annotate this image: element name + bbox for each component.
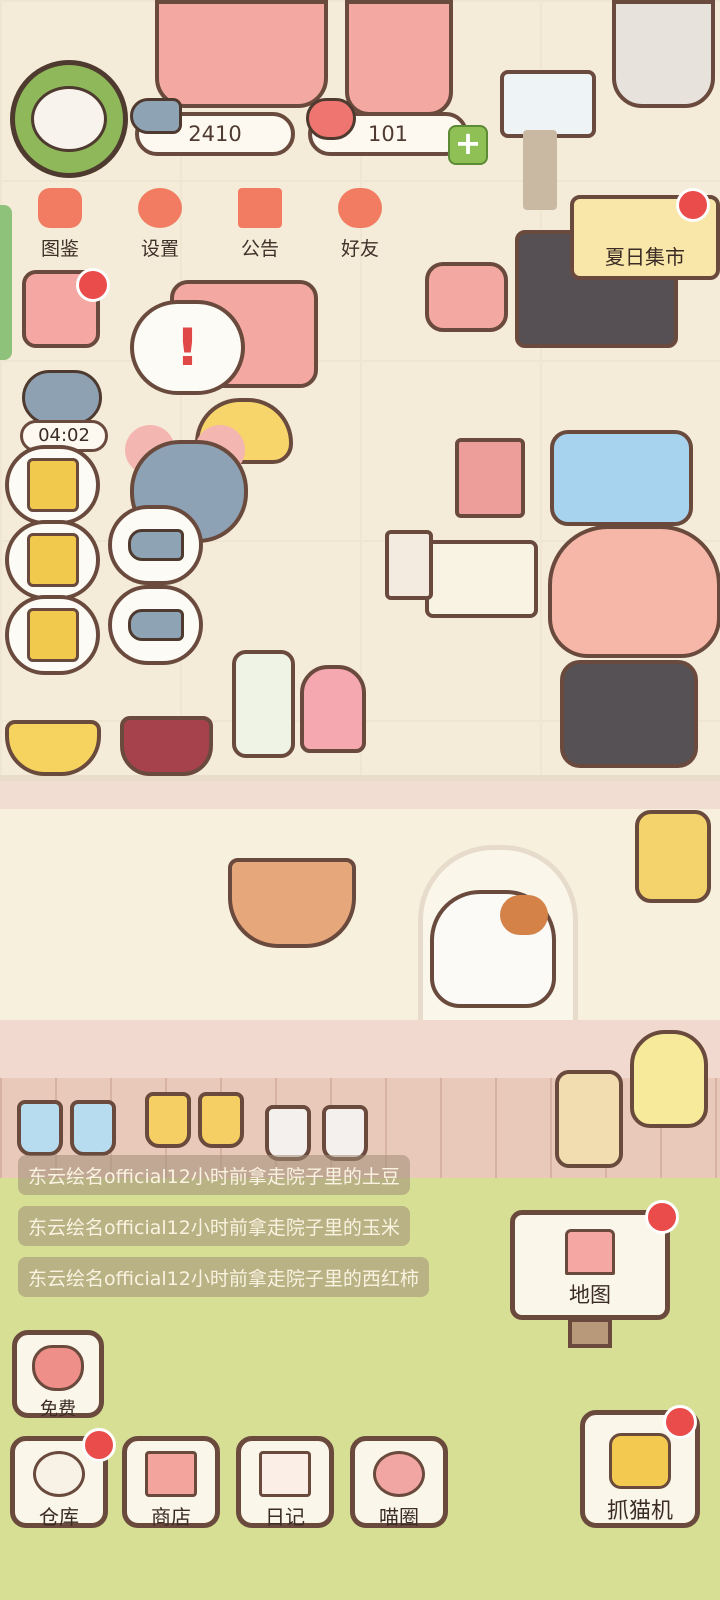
backpack[interactable] (560, 660, 698, 768)
exclamation-icon: ! (175, 317, 200, 378)
cat-head-icon (38, 188, 82, 228)
hanging-flower-basket[interactable] (228, 858, 356, 948)
notification-badge (663, 1405, 697, 1439)
gift-icon (238, 188, 282, 228)
summer-market-label: 夏日集市 (605, 245, 685, 269)
add-currency-button[interactable]: + (448, 125, 488, 165)
diary-icon (259, 1451, 311, 1497)
cloud-cushion[interactable] (550, 430, 693, 526)
activity-log-entry: 东云绘名official12小时前拿走院子里的玉米 (18, 1206, 410, 1246)
nav-label: 仓库 (39, 1505, 79, 1529)
blue-boot[interactable] (70, 1100, 116, 1156)
map-button[interactable]: 地图 (510, 1210, 670, 1320)
open-books[interactable] (425, 540, 538, 618)
fish-icon (127, 529, 184, 561)
yard-wall (0, 809, 720, 1019)
map-sign-post (568, 1318, 612, 1348)
map-label: 地图 (569, 1283, 611, 1307)
activity-log-entry: 东云绘名official12小时前拿走院子里的土豆 (18, 1155, 410, 1195)
cat-ear-patch (500, 895, 548, 935)
menu-settings-button[interactable]: 设置 (120, 188, 200, 268)
wall-lantern[interactable] (635, 810, 711, 903)
free-gift-button[interactable]: 免费 (12, 1330, 104, 1420)
nav-label: 喵圈 (379, 1505, 419, 1529)
music-stand-pole (523, 130, 557, 210)
food-request-bubble[interactable] (5, 595, 100, 675)
claw-label: 抓猫机 (606, 1499, 673, 1524)
nav-label: 商店 (151, 1505, 191, 1529)
blue-boot[interactable] (17, 1100, 63, 1156)
friends-icon (338, 188, 382, 228)
water-cooler[interactable] (612, 0, 715, 108)
music-stand[interactable] (500, 70, 596, 138)
sprout-creature[interactable] (630, 1030, 708, 1128)
menu-catalog-button[interactable]: 图鉴 (20, 188, 100, 268)
yellow-boot[interactable] (198, 1092, 244, 1148)
cat-planet-icon (373, 1451, 425, 1497)
menu-friends-button[interactable]: 好友 (320, 188, 400, 268)
storage-icon (33, 1451, 85, 1497)
cat-food-bag-icon (26, 608, 79, 662)
cat-food-bag-icon (26, 533, 79, 587)
claw-icon (609, 1433, 671, 1489)
alert-bubble[interactable]: ! (130, 300, 245, 395)
activity-log-entry: 东云绘名official12小时前拿走院子里的西红柿 (18, 1257, 429, 1297)
heart-icon (306, 98, 356, 140)
fish-icon (127, 609, 184, 641)
menu-label: 设置 (140, 238, 179, 260)
nav-shop-button[interactable]: 商店 (122, 1436, 220, 1529)
food-request-bubble[interactable] (5, 445, 100, 525)
fish-request-bubble[interactable] (108, 585, 203, 665)
nav-cat-circle-button[interactable]: 喵圈 (350, 1436, 448, 1529)
player-avatar[interactable] (10, 60, 128, 178)
nav-label: 日记 (265, 1505, 305, 1529)
fish-request-bubble[interactable] (108, 505, 203, 585)
notification-badge (676, 188, 710, 222)
visiting-mouse[interactable] (22, 370, 102, 425)
shop-icon (145, 1451, 197, 1497)
yellow-boot[interactable] (145, 1092, 191, 1148)
pink-beanbag[interactable] (548, 525, 720, 658)
coffee-cup[interactable] (385, 530, 433, 600)
side-drawer-handle[interactable] (0, 205, 12, 360)
notification-badge (645, 1200, 679, 1234)
menu-label: 图鉴 (40, 238, 79, 260)
heart-currency-value: 101 (367, 122, 409, 146)
pink-book[interactable] (455, 438, 525, 518)
bunny-slipper[interactable] (322, 1105, 368, 1161)
pink-sofa[interactable] (155, 0, 328, 108)
piano-stool[interactable] (425, 262, 508, 332)
avatar-face (31, 86, 107, 152)
cat-food-bag-icon (26, 458, 79, 512)
food-request-bubble[interactable] (5, 520, 100, 600)
fish-currency-value: 2410 (188, 122, 242, 146)
menu-label: 公告 (240, 238, 279, 260)
floor-lantern[interactable] (555, 1070, 623, 1168)
milk-bottle[interactable] (232, 650, 295, 758)
pink-armchair[interactable] (345, 0, 453, 116)
red-food-bowl[interactable] (120, 716, 213, 776)
notification-badge (82, 1428, 116, 1462)
house-icon (565, 1229, 615, 1275)
nav-diary-button[interactable]: 日记 (236, 1436, 334, 1529)
menu-announcement-button[interactable]: 公告 (220, 188, 300, 268)
menu-label: 好友 (340, 238, 379, 260)
notification-badge (76, 268, 110, 302)
heart-icon (32, 1345, 84, 1391)
bunny-slipper[interactable] (265, 1105, 311, 1161)
fish-icon (130, 98, 182, 134)
ice-cream[interactable] (300, 665, 366, 753)
gear-icon (138, 188, 182, 228)
free-label: 免费 (40, 1399, 76, 1420)
